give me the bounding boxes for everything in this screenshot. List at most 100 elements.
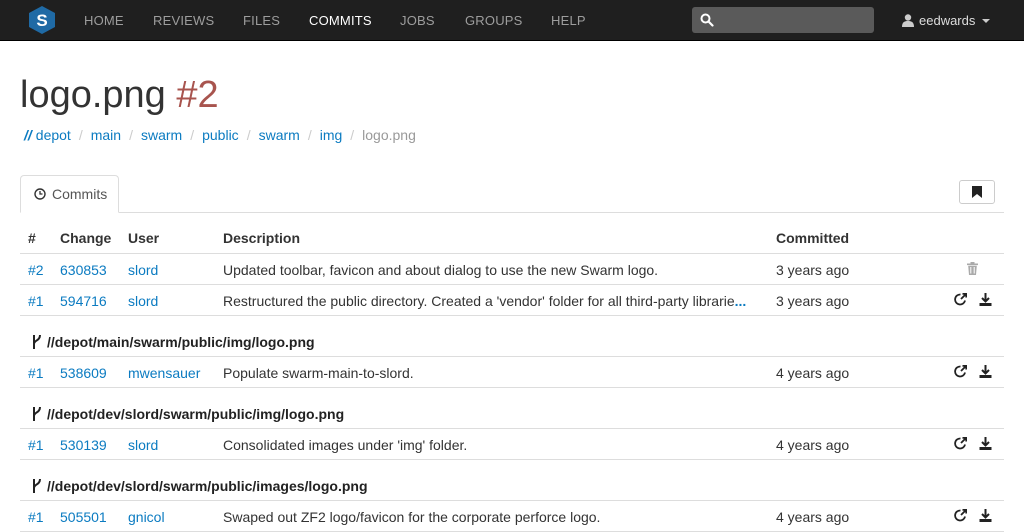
nav-jobs[interactable]: JOBS bbox=[400, 13, 435, 28]
commit-time: 3 years ago bbox=[776, 293, 850, 309]
change-link[interactable]: 538609 bbox=[60, 365, 107, 381]
change-link[interactable]: 630853 bbox=[60, 262, 107, 278]
user-link[interactable]: slord bbox=[128, 293, 158, 309]
open-icon[interactable] bbox=[954, 293, 967, 306]
branch-group-header: //depot/dev/slord/swarm/public/images/lo… bbox=[20, 460, 1004, 501]
table-row: #2 630853 slord Updated toolbar, favicon… bbox=[20, 254, 1004, 285]
row-actions bbox=[954, 365, 992, 378]
change-link[interactable]: 530139 bbox=[60, 437, 107, 453]
nav-files[interactable]: FILES bbox=[243, 13, 280, 28]
breadcrumb-root[interactable]: // bbox=[24, 127, 32, 143]
tab-commits-label: Commits bbox=[52, 186, 108, 202]
search-icon bbox=[700, 13, 714, 27]
breadcrumb-separator: / bbox=[246, 127, 251, 143]
trash-icon[interactable] bbox=[967, 262, 978, 275]
file-name: logo.png bbox=[20, 74, 166, 116]
open-icon[interactable] bbox=[954, 509, 967, 522]
table-row: #1 538609 mwensauer Populate swarm-main-… bbox=[20, 357, 1004, 388]
more-link[interactable]: ... bbox=[735, 293, 747, 309]
breadcrumb-separator: / bbox=[350, 127, 355, 143]
table-row: #1 594716 slord Restructured the public … bbox=[20, 285, 1004, 316]
commit-description: Consolidated images under 'img' folder. bbox=[223, 437, 468, 453]
user-link[interactable]: slord bbox=[128, 262, 158, 278]
row-actions bbox=[954, 509, 992, 522]
user-link[interactable]: gnicol bbox=[128, 509, 165, 525]
bookmark-icon bbox=[972, 186, 982, 198]
row-actions bbox=[954, 437, 992, 450]
branch-group-header: //depot/dev/slord/swarm/public/img/logo.… bbox=[20, 388, 1004, 429]
nav-help[interactable]: HELP bbox=[551, 13, 586, 28]
branch-group-header: //depot/main/swarm/public/img/logo.png bbox=[20, 316, 1004, 357]
commit-description-text: Restructured the public directory. Creat… bbox=[223, 293, 735, 309]
breadcrumb-separator: / bbox=[190, 127, 195, 143]
top-navbar: S HOME REVIEWS FILES COMMITS JOBS GROUPS… bbox=[0, 0, 1024, 41]
table-row: #1 505501 gnicol Swaped out ZF2 logo/fav… bbox=[20, 501, 1004, 532]
download-icon[interactable] bbox=[979, 293, 992, 306]
breadcrumb: // depot / main / swarm / public / swarm… bbox=[24, 127, 416, 143]
open-icon[interactable] bbox=[954, 437, 967, 450]
breadcrumb-separator: / bbox=[307, 127, 312, 143]
nav-reviews[interactable]: REVIEWS bbox=[153, 13, 214, 28]
row-actions bbox=[967, 262, 978, 275]
download-icon[interactable] bbox=[979, 365, 992, 378]
header-committed: Committed bbox=[776, 230, 850, 246]
breadcrumb-img[interactable]: img bbox=[320, 127, 343, 143]
branch-icon bbox=[33, 335, 41, 349]
download-icon[interactable] bbox=[979, 437, 992, 450]
breadcrumb-public[interactable]: public bbox=[202, 127, 239, 143]
row-actions bbox=[954, 293, 992, 306]
breadcrumb-main[interactable]: main bbox=[91, 127, 121, 143]
branch-path-text: //depot/main/swarm/public/img/logo.png bbox=[47, 334, 315, 350]
revision-link[interactable]: #1 bbox=[28, 509, 44, 525]
revision-link[interactable]: #2 bbox=[28, 262, 44, 278]
header-change: Change bbox=[60, 230, 112, 246]
header-user: User bbox=[128, 230, 160, 246]
svg-text:S: S bbox=[36, 11, 47, 30]
breadcrumb-separator: / bbox=[129, 127, 133, 143]
breadcrumb-separator: / bbox=[78, 127, 83, 143]
branch-path: //depot/main/swarm/public/img/logo.png bbox=[32, 334, 315, 350]
revision-link[interactable]: #1 bbox=[28, 365, 44, 381]
header-description: Description bbox=[223, 230, 301, 246]
page-title: logo.png #2 bbox=[20, 72, 219, 118]
download-icon[interactable] bbox=[979, 509, 992, 522]
revision-link[interactable]: #1 bbox=[28, 437, 44, 453]
nav-groups[interactable]: GROUPS bbox=[465, 13, 523, 28]
commit-description: Updated toolbar, favicon and about dialo… bbox=[223, 262, 659, 278]
user-link[interactable]: mwensauer bbox=[128, 365, 200, 381]
branch-path-text: //depot/dev/slord/swarm/public/images/lo… bbox=[47, 478, 368, 494]
breadcrumb-swarm[interactable]: swarm bbox=[141, 127, 182, 143]
nav-home[interactable]: HOME bbox=[84, 13, 124, 28]
breadcrumb-depot[interactable]: depot bbox=[36, 127, 71, 143]
tab-commits[interactable]: Commits bbox=[20, 175, 119, 213]
commit-description: Swaped out ZF2 logo/favicon for the corp… bbox=[223, 509, 601, 525]
bookmark-button[interactable] bbox=[959, 180, 995, 204]
commit-time: 3 years ago bbox=[776, 262, 850, 278]
user-link[interactable]: slord bbox=[128, 437, 158, 453]
revision-number: #2 bbox=[176, 74, 219, 116]
tab-bar bbox=[20, 212, 1004, 213]
header-num: # bbox=[28, 230, 36, 246]
nav-commits[interactable]: COMMITS bbox=[309, 13, 372, 28]
commit-time: 4 years ago bbox=[776, 365, 850, 381]
swarm-logo-icon[interactable]: S bbox=[29, 6, 55, 34]
user-icon bbox=[902, 14, 914, 27]
breadcrumb-swarm-2[interactable]: swarm bbox=[259, 127, 300, 143]
change-link[interactable]: 594716 bbox=[60, 293, 107, 309]
branch-path: //depot/dev/slord/swarm/public/images/lo… bbox=[32, 478, 368, 494]
branch-icon bbox=[33, 479, 41, 493]
change-link[interactable]: 505501 bbox=[60, 509, 107, 525]
chevron-down-icon bbox=[982, 18, 991, 23]
branch-path-text: //depot/dev/slord/swarm/public/img/logo.… bbox=[47, 406, 345, 422]
search-input[interactable] bbox=[692, 7, 874, 33]
revision-link[interactable]: #1 bbox=[28, 293, 44, 309]
user-name: eedwards bbox=[919, 13, 976, 28]
breadcrumb-current: logo.png bbox=[362, 127, 416, 143]
commit-description: Restructured the public directory. Creat… bbox=[223, 293, 753, 309]
user-menu[interactable]: eedwards bbox=[902, 13, 991, 28]
clock-icon bbox=[34, 188, 46, 200]
table-row: #1 530139 slord Consolidated images unde… bbox=[20, 429, 1004, 460]
commit-time: 4 years ago bbox=[776, 437, 850, 453]
branch-path: //depot/dev/slord/swarm/public/img/logo.… bbox=[32, 406, 344, 422]
open-icon[interactable] bbox=[954, 365, 967, 378]
